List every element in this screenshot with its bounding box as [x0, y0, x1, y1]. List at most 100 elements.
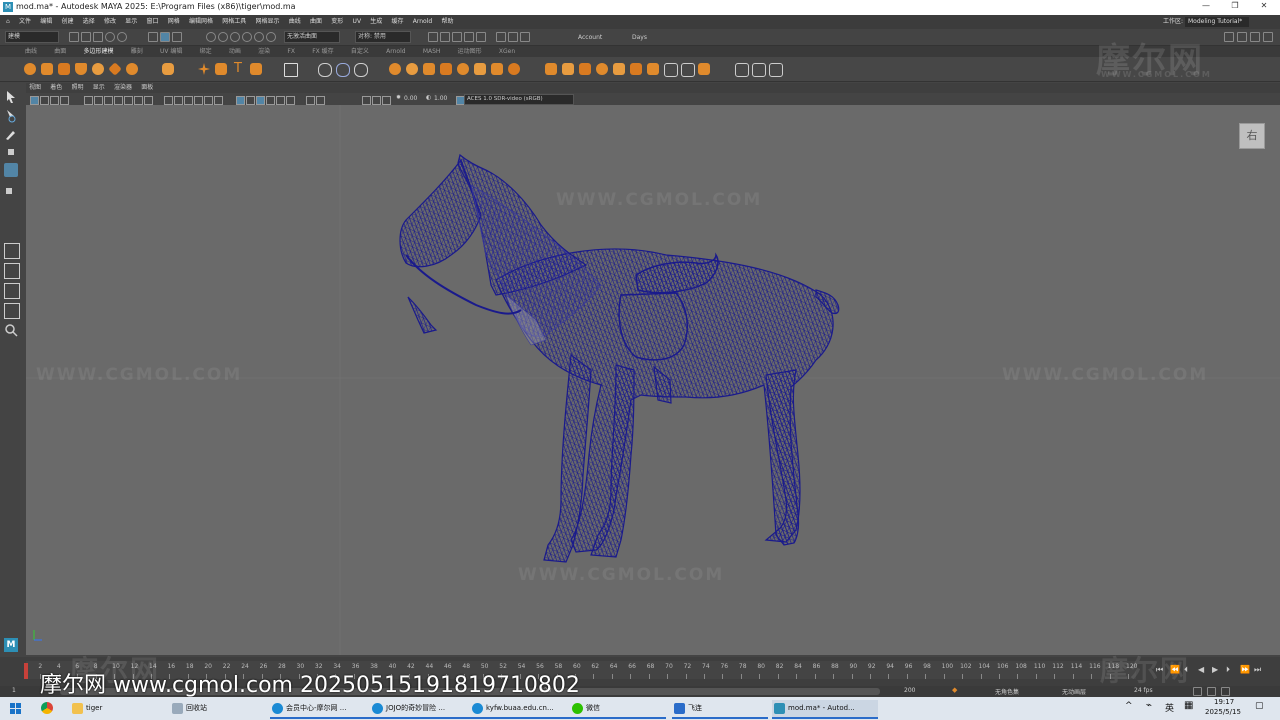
channel-box-icon[interactable]	[1237, 32, 1247, 42]
shelf-tab-animation[interactable]: 动画	[229, 46, 241, 57]
current-frame-marker[interactable]	[24, 663, 28, 679]
minimize-button[interactable]: —	[1192, 1, 1220, 13]
separate-icon[interactable]	[318, 63, 332, 77]
poly-plane-icon[interactable]	[108, 62, 122, 76]
menu-cache[interactable]: 缓存	[392, 15, 404, 29]
taskbar-item-edge-buaa[interactable]: kyfw.buaa.edu.cn...	[470, 700, 576, 719]
xray-active-icon[interactable]	[362, 96, 371, 105]
save-scene-icon[interactable]	[93, 32, 103, 42]
tool-settings-icon[interactable]	[1263, 32, 1273, 42]
extrude-icon[interactable]	[389, 63, 401, 75]
select-tool-icon[interactable]	[4, 90, 18, 104]
fill-hole-icon[interactable]	[457, 63, 469, 75]
snap-curve-icon[interactable]	[218, 32, 228, 42]
auto-map-icon[interactable]	[769, 63, 783, 77]
move-tool-icon[interactable]	[4, 145, 18, 159]
connect-tool-icon[interactable]	[579, 63, 591, 75]
ambient-occlusion-icon[interactable]	[266, 96, 275, 105]
snap-surface-icon[interactable]	[254, 32, 264, 42]
exposure-field[interactable]: 0.00	[404, 95, 417, 102]
bookmarks-icon[interactable]	[50, 96, 59, 105]
side-by-side-view-icon[interactable]	[4, 283, 20, 299]
poly-soccer-icon[interactable]	[162, 63, 174, 75]
close-button[interactable]: ✕	[1250, 1, 1278, 13]
step-back-key-icon[interactable]: ⏪	[1170, 665, 1180, 674]
panel-menu-panels[interactable]: 面板	[141, 83, 153, 93]
hypershade-icon[interactable]	[464, 32, 474, 42]
shelf-tab-fx-caching[interactable]: FX 缓存	[312, 46, 333, 57]
snap-point-icon[interactable]	[230, 32, 240, 42]
poly-torus-icon[interactable]	[92, 63, 104, 75]
menu-file[interactable]: 文件	[19, 15, 31, 29]
horse-wireframe-model[interactable]	[399, 153, 840, 563]
poly-disc-icon[interactable]	[126, 63, 138, 75]
notification-icon[interactable]: ▢	[1255, 701, 1264, 711]
menu-modify[interactable]: 修改	[104, 15, 116, 29]
redo-icon[interactable]	[117, 32, 127, 42]
super-shape-icon[interactable]	[198, 63, 210, 75]
step-forward-frame-icon[interactable]: ⏵	[1226, 665, 1230, 675]
multi-cut-icon[interactable]	[545, 63, 557, 75]
shelf-tab-sculpting[interactable]: 雕刻	[131, 46, 143, 57]
xray-joints-icon[interactable]	[214, 96, 223, 105]
smooth-shade-icon[interactable]	[174, 96, 183, 105]
outliner-view-icon[interactable]	[4, 303, 20, 319]
poly-cylinder-icon[interactable]	[58, 63, 70, 75]
snap-view-icon[interactable]	[242, 32, 252, 42]
bool-difference-icon[interactable]	[491, 63, 503, 75]
bool-union-icon[interactable]	[474, 63, 486, 75]
rotate-tool-icon[interactable]	[4, 163, 18, 177]
gate-mask-icon[interactable]	[114, 96, 123, 105]
gamma-field[interactable]: 1.00	[434, 95, 447, 102]
go-to-end-icon[interactable]: ⏭	[1254, 665, 1261, 675]
image-plane-icon[interactable]	[60, 96, 69, 105]
fps-dropdown[interactable]: 24 fps	[1134, 687, 1153, 694]
play-forward-icon[interactable]: ▶	[1212, 665, 1218, 674]
extrude-face-icon[interactable]	[613, 63, 625, 75]
search-icon[interactable]	[4, 323, 18, 337]
anim-prefs-icon[interactable]	[1221, 687, 1230, 696]
poly-sphere-icon[interactable]	[24, 63, 36, 75]
lasso-tool-icon[interactable]	[4, 109, 18, 123]
snap-vertex-icon[interactable]	[266, 32, 276, 42]
panel-menu-renderer[interactable]: 渲染器	[114, 83, 132, 93]
taskbar-item-wechat[interactable]: 微信	[570, 700, 666, 719]
network-icon[interactable]: ⌁	[1146, 700, 1152, 711]
taskbar-item-tiger[interactable]: tiger	[70, 700, 166, 717]
shelf-tab-xgen[interactable]: XGen	[499, 46, 515, 57]
single-view-icon[interactable]	[4, 243, 20, 259]
auto-key-icon[interactable]: ◆	[952, 686, 957, 694]
menu-surfaces[interactable]: 曲面	[310, 15, 322, 29]
snap-grid-icon[interactable]	[206, 32, 216, 42]
select-object-icon[interactable]	[160, 32, 170, 42]
shelf-tab-custom[interactable]: 自定义	[351, 46, 369, 57]
clock-time[interactable]: 19:17	[1214, 698, 1234, 706]
motion-blur-icon[interactable]	[276, 96, 285, 105]
menu-select[interactable]: 选择	[83, 15, 95, 29]
default-material-icon[interactable]	[184, 96, 193, 105]
home-icon[interactable]: ⌂	[6, 15, 10, 29]
live-surface-field[interactable]: 无激活曲面	[284, 31, 340, 43]
range-end-field[interactable]: 200	[904, 687, 915, 694]
wireframe-on-shaded-icon[interactable]	[194, 96, 203, 105]
paint-select-icon[interactable]	[4, 127, 18, 141]
four-view-icon[interactable]	[4, 263, 20, 279]
step-back-frame-icon[interactable]: ⏴	[1184, 665, 1188, 675]
menu-help[interactable]: 帮助	[441, 15, 453, 29]
film-gate-icon[interactable]	[94, 96, 103, 105]
depth-of-field-icon[interactable]	[306, 96, 315, 105]
menu-set-dropdown[interactable]: 建模	[5, 31, 59, 43]
menu-mesh[interactable]: 网格	[168, 15, 180, 29]
arnold-ipr-icon[interactable]	[508, 32, 518, 42]
shelf-tab-fx[interactable]: FX	[287, 46, 295, 57]
shelf-tab-curves[interactable]: 曲线	[25, 46, 37, 57]
step-forward-key-icon[interactable]: ⏩	[1240, 665, 1250, 674]
clock-date[interactable]: 2025/5/15	[1205, 708, 1241, 716]
menu-generate[interactable]: 生成	[370, 15, 382, 29]
chrome-icon[interactable]	[41, 702, 53, 714]
render-settings-icon[interactable]	[452, 32, 462, 42]
menu-uv[interactable]: UV	[353, 15, 362, 29]
render-frame-icon[interactable]	[428, 32, 438, 42]
arnold-render-icon[interactable]	[496, 32, 506, 42]
new-scene-icon[interactable]	[69, 32, 79, 42]
